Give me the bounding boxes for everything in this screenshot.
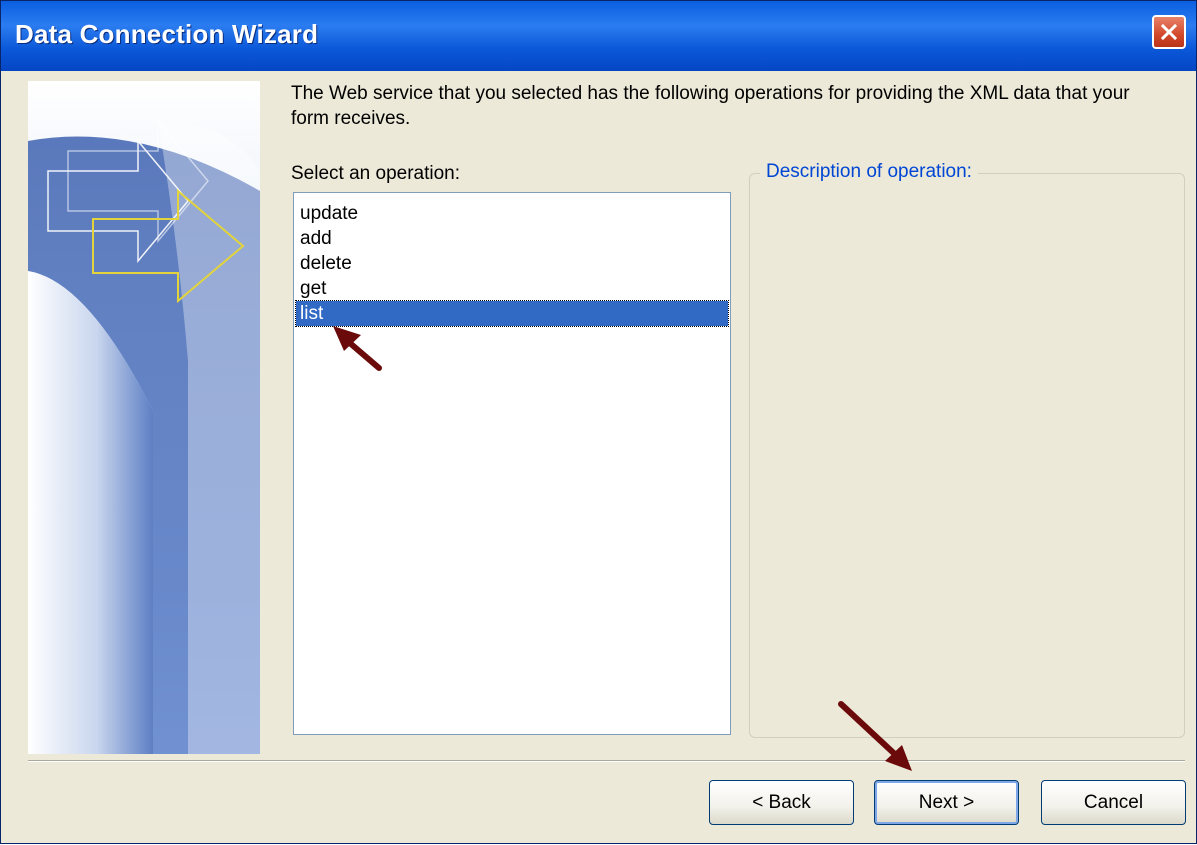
divider — [28, 760, 1185, 762]
list-item-get[interactable]: get — [296, 276, 728, 301]
operations-listbox[interactable]: update add delete get list — [293, 192, 731, 735]
title-bar[interactable]: Data Connection Wizard — [1, 1, 1196, 71]
back-button[interactable]: < Back — [709, 780, 854, 825]
description-group: Description of operation: — [749, 161, 1185, 738]
intro-text: The Web service that you selected has th… — [291, 83, 1130, 129]
description-label: Description of operation: — [760, 161, 978, 183]
next-button[interactable]: Next > — [874, 780, 1019, 825]
cancel-button[interactable]: Cancel — [1041, 780, 1186, 825]
close-icon — [1160, 23, 1178, 41]
list-item-list[interactable]: list — [295, 300, 729, 327]
list-item-delete[interactable]: delete — [296, 251, 728, 276]
wizard-window: Data Connection Wizard The Web service t… — [0, 0, 1197, 844]
wizard-arrows-artwork — [28, 118, 260, 754]
wizard-banner-image — [28, 81, 260, 754]
window-title: Data Connection Wizard — [15, 19, 319, 49]
select-operation-label: Select an operation: — [291, 163, 461, 184]
list-item-add[interactable]: add — [296, 226, 728, 251]
close-button[interactable] — [1152, 15, 1186, 49]
list-item-update[interactable]: update — [296, 201, 728, 226]
